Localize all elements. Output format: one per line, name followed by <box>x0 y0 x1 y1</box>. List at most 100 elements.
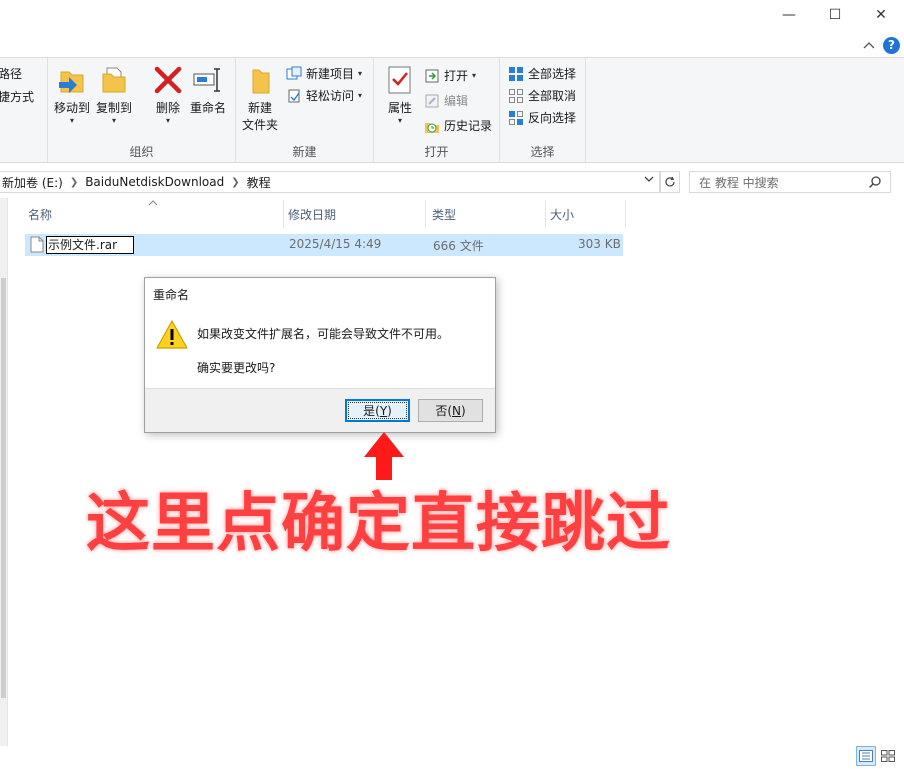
file-icon <box>30 236 44 253</box>
history-label: 历史记录 <box>444 119 493 133</box>
open-button[interactable]: 打开 ▾ <box>424 67 476 84</box>
column-header-modified[interactable]: 修改日期 <box>286 200 426 228</box>
column-header-size[interactable]: 大小 <box>548 200 626 228</box>
minimize-button[interactable]: — <box>766 0 812 30</box>
easy-access-label: 轻松访问 <box>306 89 355 103</box>
rename-warning-dialog: 重命名 如果改变文件扩展名，可能会导致文件不可用。 确实要更改吗? 是(Y) 否… <box>144 277 496 433</box>
status-bar <box>0 746 904 769</box>
move-to-icon <box>56 64 88 96</box>
yes-button[interactable]: 是(Y) <box>345 399 410 422</box>
column-name-label: 名称 <box>28 207 53 222</box>
edit-label: 编辑 <box>444 94 469 108</box>
help-button[interactable]: ? <box>883 36 900 54</box>
history-button[interactable]: 历史记录 <box>424 117 492 134</box>
scrollbar-thumb[interactable] <box>1 278 6 698</box>
yes-button-suffix: ) <box>387 403 392 418</box>
maximize-button[interactable]: ☐ <box>812 0 858 30</box>
no-button[interactable]: 否(N) <box>418 399 483 422</box>
rename-input[interactable]: 示例文件.rar <box>46 236 134 254</box>
properties-icon <box>384 64 416 96</box>
open-group-label: 打开 <box>424 145 449 159</box>
properties-button[interactable]: 属性 ▾ <box>384 64 416 125</box>
annotation-text: 这里点确定直接跳过 <box>86 487 671 561</box>
refresh-button[interactable] <box>660 171 680 193</box>
paste-shortcut-button[interactable]: 快捷方式 <box>0 88 34 105</box>
dropdown-icon: ▾ <box>358 69 363 78</box>
history-icon <box>424 118 440 134</box>
dropdown-icon: ▾ <box>112 116 117 125</box>
clipboard-group: 路径 快捷方式 <box>0 58 48 162</box>
no-button-label: 否( <box>435 404 452 418</box>
dialog-question: 确实要更改吗? <box>197 361 276 375</box>
dropdown-icon: ▾ <box>358 91 363 100</box>
copy-to-label: 复制到 <box>96 101 133 115</box>
column-header-name[interactable]: 名称 <box>26 200 284 228</box>
select-all-label: 全部选择 <box>528 67 577 81</box>
navigation-pane-scrollbar[interactable] <box>0 198 8 746</box>
collapse-ribbon-button[interactable] <box>863 38 875 52</box>
rename-input-value: 示例文件.rar <box>48 238 118 252</box>
table-row[interactable]: 示例文件.rar 2025/4/15 4:49 666 文件 303 KB <box>25 234 623 256</box>
new-item-button[interactable]: 新建项目 ▾ <box>286 65 362 82</box>
dialog-title: 重命名 <box>153 288 190 302</box>
yes-button-accesskey: Y <box>379 403 388 418</box>
search-placeholder: 在 教程 中搜索 <box>699 175 779 190</box>
breadcrumb-drive[interactable]: 新加卷 (E:) <box>2 174 63 191</box>
ribbon: 路径 快捷方式 移动到 ▾ 复制到 ▾ 删除 ▾ <box>0 57 904 163</box>
new-folder-label-line1: 新建 <box>248 101 273 115</box>
column-type-label: 类型 <box>432 207 457 222</box>
new-item-icon <box>286 66 302 82</box>
paste-shortcut-label: 快捷方式 <box>0 90 35 104</box>
copy-path-button[interactable]: 路径 <box>0 65 22 82</box>
move-to-button[interactable]: 移动到 ▾ <box>54 64 90 125</box>
dropdown-icon: ▾ <box>472 71 477 80</box>
chevron-down-icon <box>644 176 654 182</box>
edit-button[interactable]: 编辑 <box>424 92 468 109</box>
breadcrumb-current[interactable]: 教程 <box>247 174 271 191</box>
select-group-label: 选择 <box>530 145 555 159</box>
chevron-right-icon[interactable]: ❯ <box>231 177 239 188</box>
properties-label: 属性 <box>387 101 412 115</box>
chevron-right-icon[interactable]: ❯ <box>70 177 78 188</box>
large-icons-view-button[interactable] <box>878 746 898 766</box>
warning-icon <box>155 319 189 351</box>
copy-path-label: 路径 <box>0 67 23 81</box>
rename-button[interactable]: 重命名 <box>190 64 226 116</box>
easy-access-icon <box>286 88 302 104</box>
delete-label: 删除 <box>155 101 180 115</box>
new-group: 新建 文件夹 新建项目 ▾ 轻松访问 ▾ 新建 <box>236 58 374 162</box>
address-history-dropdown[interactable] <box>644 175 654 186</box>
new-folder-button[interactable]: 新建 文件夹 <box>242 64 278 133</box>
easy-access-button[interactable]: 轻松访问 ▾ <box>286 87 362 104</box>
new-item-label: 新建项目 <box>306 67 355 81</box>
title-bar: — ☐ ✕ <box>0 0 904 32</box>
details-view-icon <box>859 750 873 762</box>
copy-to-button[interactable]: 复制到 ▾ <box>96 64 132 125</box>
dialog-footer: 是(Y) 否(N) <box>145 388 495 432</box>
search-input[interactable]: 在 教程 中搜索 <box>689 171 891 193</box>
search-icon <box>868 175 882 192</box>
select-none-button[interactable]: 全部取消 <box>508 87 576 104</box>
maximize-icon: ☐ <box>828 7 842 23</box>
column-header-type[interactable]: 类型 <box>430 200 546 228</box>
file-type: 666 文件 <box>433 239 484 253</box>
address-row: 新加卷 (E:) ❯ BaiduNetdiskDownload ❯ 教程 在 教… <box>0 171 904 195</box>
copy-to-icon <box>98 64 130 96</box>
column-modified-label: 修改日期 <box>288 207 337 222</box>
new-folder-icon <box>244 64 276 96</box>
open-group: 属性 ▾ 打开 ▾ 编辑 历史记录 打开 <box>374 58 500 162</box>
help-icon: ? <box>888 38 895 52</box>
edit-icon <box>424 93 440 109</box>
breadcrumb-folder[interactable]: BaiduNetdiskDownload <box>85 175 224 189</box>
organize-group: 移动到 ▾ 复制到 ▾ 删除 ▾ 重命名 组织 <box>48 58 236 162</box>
select-all-button[interactable]: 全部选择 <box>508 65 576 82</box>
select-none-icon <box>508 88 524 104</box>
delete-button[interactable]: 删除 ▾ <box>152 64 184 125</box>
close-button[interactable]: ✕ <box>858 0 904 30</box>
no-button-suffix: ) <box>460 403 466 418</box>
details-view-button[interactable] <box>856 746 876 766</box>
address-bar[interactable]: 新加卷 (E:) ❯ BaiduNetdiskDownload ❯ 教程 <box>0 171 660 193</box>
invert-selection-button[interactable]: 反向选择 <box>508 109 576 126</box>
new-group-label: 新建 <box>292 145 317 159</box>
open-label: 打开 <box>444 69 469 83</box>
